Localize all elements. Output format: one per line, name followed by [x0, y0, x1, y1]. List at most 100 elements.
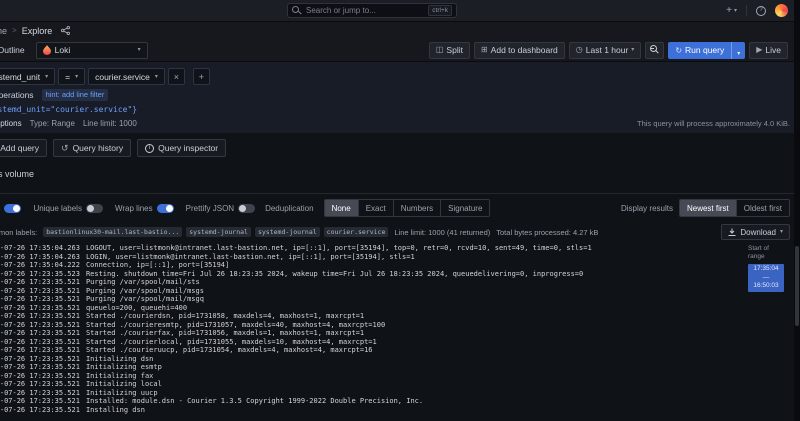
breadcrumb-current: Explore [22, 26, 53, 36]
logs-meta-row: Common labels: bastionlinux30-mail.last-… [0, 222, 800, 242]
log-timestamp: 2024-07-26 17:23:35.521 [0, 278, 80, 287]
log-message: Resting. shutdown time=Fri Jul 26 18:23:… [86, 270, 583, 279]
split-label: Split [446, 45, 463, 55]
run-query-interval-caret[interactable]: ▾ [731, 42, 745, 59]
label-name-select[interactable]: systemd_unit ▾ [0, 68, 55, 85]
display-results-label: Display results [621, 204, 673, 213]
line-limit-info: Line limit: 1000 (41 returned) [394, 228, 490, 237]
logs-toggle[interactable]: Prettify JSON [186, 204, 255, 213]
log-message: LOGOUT, user=listmonk@intranet.last-bast… [86, 244, 592, 253]
download-icon [728, 228, 736, 236]
zoom-out-button[interactable] [645, 42, 664, 59]
log-row[interactable]: 2024-07-26 17:35:04.222 Connection, ip=[… [0, 261, 742, 270]
outline-button[interactable]: ≡ Outline [0, 42, 32, 59]
log-row[interactable]: 2024-07-26 17:23:35.521 Initializing uuc… [0, 389, 742, 398]
add-query-button[interactable]: + Add query [0, 139, 47, 157]
log-message: Started ./courierdsn, pid=1731058, maxde… [86, 312, 364, 321]
scrollbar-thumb[interactable] [795, 246, 799, 326]
log-timestamp: 2024-07-26 17:35:04.222 [0, 261, 80, 270]
log-row[interactable]: 2024-07-26 17:23:35.521 Started ./courie… [0, 329, 742, 338]
divider [746, 5, 747, 16]
log-message: Connection, ip=[::1], port=[35194] [86, 261, 229, 270]
log-timestamp: 2024-07-26 17:23:35.521 [0, 338, 80, 347]
hint-badge[interactable]: hint: add line filter [42, 89, 109, 101]
dedup-option[interactable]: None [325, 200, 359, 216]
add-to-dashboard-button[interactable]: ⊞ Add to dashboard [474, 42, 565, 59]
query-options-row: › Options Type: Range Line limit: 1000 T… [0, 119, 790, 128]
scrollbar-track[interactable] [794, 0, 800, 421]
datasource-picker[interactable]: Loki ▾ [36, 42, 148, 59]
run-query-button[interactable]: ↻ Run query [668, 42, 731, 59]
remove-filter-button[interactable]: × [168, 68, 185, 85]
run-query-label: Run query [685, 45, 724, 55]
dedup-option[interactable]: Signature [441, 200, 489, 216]
log-row[interactable]: 2024-07-26 17:23:35.521 Started ./courie… [0, 312, 742, 321]
log-row[interactable]: 2024-07-26 17:23:35.521 Initializing esm… [0, 363, 742, 372]
grafana-logo[interactable] [775, 4, 788, 17]
log-row[interactable]: 2024-07-26 17:23:35.521 Purging /var/spo… [0, 287, 742, 296]
help-icon[interactable]: ? [756, 6, 766, 16]
operator-select[interactable]: = ▾ [58, 68, 85, 85]
log-message: LOGIN, user=listmonk@intranet.last-basti… [86, 253, 415, 262]
dedup-option[interactable]: Exact [359, 200, 394, 216]
logs-toggle[interactable]: Time [0, 204, 21, 213]
common-labels-label: Common labels: [0, 228, 37, 237]
log-message: Started ./courierlocal, pid=1731055, max… [86, 338, 377, 347]
breadcrumb-home[interactable]: Home [0, 26, 7, 36]
options-type: Type: Range [30, 119, 75, 128]
log-row[interactable]: 2024-07-26 17:23:35.521 Installed: modul… [0, 397, 742, 406]
log-row[interactable]: 2024-07-26 17:23:35.521 Purging /var/spo… [0, 295, 742, 304]
log-message: Installing dsn [86, 406, 145, 415]
query-inspector-button[interactable]: i Query inspector [137, 139, 226, 157]
log-row[interactable]: 2024-07-26 17:23:35.523 Resting. shutdow… [0, 270, 742, 279]
sort-option[interactable]: Oldest first [737, 200, 789, 216]
label-chip: courier.service [324, 227, 389, 237]
log-row[interactable]: 2024-07-26 17:23:35.521 Started ./courie… [0, 346, 742, 355]
log-timestamp: 2024-07-26 17:23:35.521 [0, 329, 80, 338]
dedup-option[interactable]: Numbers [394, 200, 441, 216]
log-timestamp: 2024-07-26 17:23:35.523 [0, 270, 80, 279]
options-toggle[interactable]: Options [0, 119, 22, 128]
search-icon [292, 6, 302, 16]
log-message: Initializing fax [86, 372, 153, 381]
log-row[interactable]: 2024-07-26 17:35:04.263 LOGOUT, user=lis… [0, 244, 742, 253]
add-label-filter-button[interactable]: + [193, 68, 210, 85]
toggle-label: Prettify JSON [186, 204, 234, 213]
live-button[interactable]: ▶ Live [749, 42, 788, 59]
log-row[interactable]: 2024-07-26 17:23:35.521 Started ./courie… [0, 338, 742, 347]
log-row[interactable]: 2024-07-26 17:23:35.521 Initializing fax [0, 372, 742, 381]
log-row[interactable]: 2024-07-26 17:23:35.521 Started ./courie… [0, 321, 742, 330]
log-list: 2024-07-26 17:35:04.263 LOGOUT, user=lis… [0, 244, 742, 421]
logs-toggle[interactable]: Unique labels [33, 204, 102, 213]
log-message: Initializing esmtp [86, 363, 162, 372]
log-row[interactable]: 2024-07-26 17:23:35.521 Initializing dsn [0, 355, 742, 364]
label-value-select[interactable]: courier.service ▾ [88, 68, 165, 85]
download-button[interactable]: Download ▾ [721, 224, 790, 240]
logs-toggle[interactable]: Wrap lines [115, 204, 174, 213]
log-message: Initializing dsn [86, 355, 153, 364]
log-row[interactable]: 2024-07-26 17:23:35.521 Initializing loc… [0, 380, 742, 389]
query-history-button[interactable]: ↺ Query history [53, 139, 131, 157]
chevron-down-icon: ▾ [138, 47, 141, 53]
chevron-down-icon: ▾ [75, 74, 78, 80]
log-row[interactable]: 2024-07-26 17:23:35.521 queuelo=200, que… [0, 304, 742, 313]
loki-icon [43, 45, 51, 55]
operator: = [65, 72, 70, 82]
log-message: Initializing uucp [86, 389, 158, 398]
add-to-dashboard-label: Add to dashboard [491, 45, 558, 55]
new-menu-button[interactable]: +▾ [726, 5, 737, 16]
log-row[interactable]: 2024-07-26 17:35:04.263 LOGIN, user=list… [0, 253, 742, 262]
plus-icon: + [199, 72, 204, 82]
sort-group: Newest first Oldest first [679, 199, 790, 217]
log-row[interactable]: 2024-07-26 17:23:35.521 Installing dsn [0, 406, 742, 415]
sort-option[interactable]: Newest first [680, 200, 737, 216]
time-picker-button[interactable]: ◷ Last 1 hour ▾ [569, 42, 642, 59]
operations-button[interactable]: + Operations [0, 90, 34, 100]
split-button[interactable]: ◫ Split [429, 42, 470, 59]
share-icon[interactable] [61, 26, 70, 35]
search-input[interactable]: Search or jump to... ctrl+k [287, 3, 457, 18]
label-chip: systemd-journal [255, 227, 320, 237]
breadcrumb-separator: > [12, 26, 17, 35]
log-row[interactable]: 2024-07-26 17:23:35.521 Purging /var/spo… [0, 278, 742, 287]
log-page-chip[interactable]: 17:35:04 — 16:50:03 [748, 264, 784, 292]
